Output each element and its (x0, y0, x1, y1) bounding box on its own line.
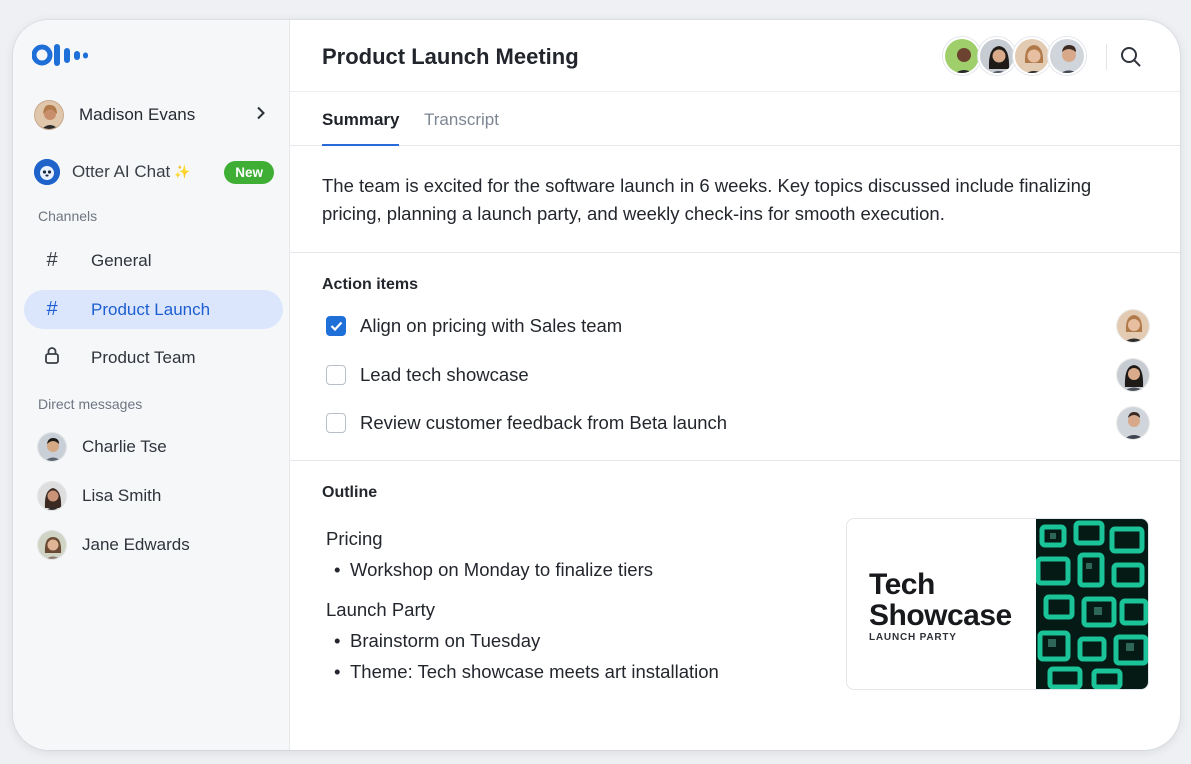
dm-name: Lisa Smith (82, 486, 162, 505)
channel-label: General (91, 250, 152, 270)
participants-avatars[interactable] (943, 37, 1086, 75)
action-item-label: Lead tech showcase (360, 364, 529, 385)
outline-bullet: • Theme: Tech showcase meets art installa… (334, 661, 719, 683)
meeting-summary: The team is excited for the software lau… (322, 175, 1092, 224)
outline-heading: Pricing (326, 528, 383, 549)
checkbox[interactable] (326, 365, 346, 385)
hash-icon: # (46, 298, 58, 320)
action-items-title: Action items (322, 276, 419, 293)
assignee-avatar[interactable] (1116, 358, 1150, 392)
meeting-panel: Product Launch Meeting Summary Transcrip… (290, 20, 1180, 750)
channel-label: Product Launch (91, 299, 211, 319)
card-title-line: Showcase (869, 599, 1012, 632)
bullet-marker: • (334, 661, 341, 682)
action-item: Align on pricing with Sales team (326, 307, 1150, 345)
channel-product-team[interactable]: Product Team (24, 338, 283, 377)
action-item-label: Review customer feedback from Beta launc… (360, 412, 728, 433)
tab-transcript[interactable]: Transcript (424, 110, 499, 130)
active-tab-indicator (322, 144, 399, 146)
channel-general[interactable]: # General (24, 241, 283, 280)
meeting-tabs: Summary Transcript (290, 92, 1180, 146)
assignee-avatar[interactable] (1116, 309, 1150, 343)
outline-bullet-text: Theme: Tech showcase meets art installat… (350, 661, 719, 682)
meeting-header: Product Launch Meeting (290, 20, 1180, 92)
otter-chat-label: Otter AI Chat (72, 162, 171, 181)
search-icon[interactable] (1119, 45, 1143, 69)
outline-bullet-text: Workshop on Monday to finalize tiers (350, 559, 654, 580)
avatar (34, 100, 64, 130)
profile-name: Madison Evans (79, 105, 196, 124)
checkbox[interactable] (326, 413, 346, 433)
card-title-line: Tech (869, 568, 935, 601)
divider (290, 252, 1180, 253)
avatar (1013, 37, 1051, 75)
assignee-avatar[interactable] (1116, 406, 1150, 440)
dm-charlie-tse[interactable]: Charlie Tse (37, 430, 277, 464)
tab-summary[interactable]: Summary (322, 110, 399, 130)
bullet-marker: • (334, 630, 341, 651)
otter-logo[interactable] (31, 43, 92, 72)
lock-icon (42, 346, 62, 370)
card-subtitle: LAUNCH PARTY (869, 632, 957, 643)
card-title: Tech Showcase (869, 569, 1012, 631)
action-item: Review customer feedback from Beta launc… (326, 404, 1150, 442)
avatar (978, 37, 1016, 75)
sparkle-icon: ✨ (174, 164, 191, 179)
otter-chat-icon (34, 159, 60, 185)
checkbox-checked[interactable] (326, 316, 346, 336)
avatar (37, 481, 67, 511)
otter-ai-chat[interactable]: Otter AI Chat ✨ New (34, 157, 274, 187)
chevron-right-icon (256, 106, 266, 125)
hash-icon: # (46, 249, 58, 271)
tech-showcase-card[interactable]: Tech Showcase LAUNCH PARTY (846, 518, 1149, 690)
outline-bullet-text: Brainstorm on Tuesday (350, 630, 541, 651)
dm-lisa-smith[interactable]: Lisa Smith (37, 479, 277, 513)
avatar (943, 37, 981, 75)
outline-bullet: • Brainstorm on Tuesday (334, 630, 540, 652)
dm-name: Charlie Tse (82, 437, 167, 456)
header-divider (1106, 44, 1107, 70)
outline-heading: Launch Party (326, 599, 436, 620)
divider (290, 460, 1180, 461)
channels-section-label: Channels (38, 208, 98, 224)
dm-name: Jane Edwards (82, 535, 190, 554)
action-item-label: Align on pricing with Sales team (360, 315, 623, 336)
avatar (1048, 37, 1086, 75)
sidebar: Madison Evans Otter AI Chat ✨ New Channe… (13, 20, 290, 750)
outline-bullet: • Workshop on Monday to finalize tiers (334, 559, 653, 581)
direct-messages-section-label: Direct messages (38, 396, 143, 412)
page-title: Product Launch Meeting (322, 44, 579, 69)
dm-jane-edwards[interactable]: Jane Edwards (37, 528, 277, 562)
channel-label: Product Team (91, 347, 196, 367)
new-badge: New (224, 160, 274, 184)
avatar (37, 432, 67, 462)
channel-product-launch[interactable]: # Product Launch (24, 290, 283, 329)
action-item: Lead tech showcase (326, 356, 1150, 394)
app-window: Madison Evans Otter AI Chat ✨ New Channe… (13, 20, 1180, 750)
profile-switcher[interactable]: Madison Evans (34, 98, 266, 132)
bullet-marker: • (334, 559, 341, 580)
card-artwork (1036, 519, 1148, 689)
avatar (37, 530, 67, 560)
outline-title: Outline (322, 484, 378, 501)
